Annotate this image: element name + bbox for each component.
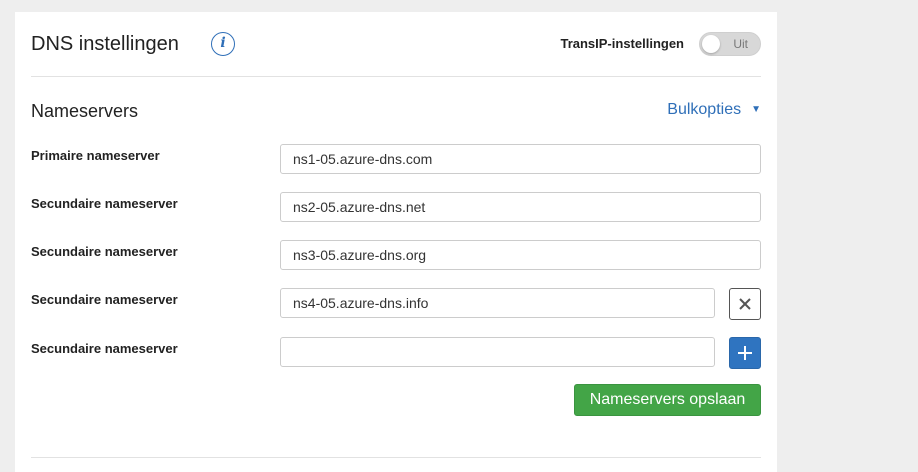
caret-down-icon: ▼ — [751, 104, 761, 115]
info-icon[interactable]: i — [211, 32, 235, 56]
add-nameserver-button[interactable] — [729, 337, 761, 369]
toggle-knob — [702, 35, 720, 53]
save-nameservers-button[interactable]: Nameservers opslaan — [574, 384, 761, 416]
nameserver-label: Primaire nameserver — [31, 148, 160, 163]
nameserver-label: Secundaire nameserver — [31, 341, 178, 356]
toggle-state-text: Uit — [733, 37, 748, 51]
remove-nameserver-button[interactable] — [729, 288, 761, 320]
transip-settings-toggle[interactable]: Uit — [699, 32, 761, 56]
close-icon — [739, 298, 751, 310]
footer-divider — [31, 457, 761, 458]
nameserver-label: Secundaire nameserver — [31, 244, 178, 259]
nameservers-heading: Nameservers — [31, 101, 139, 121]
secondary-nameserver-input-1[interactable] — [280, 192, 761, 222]
header-divider — [31, 76, 761, 77]
bulk-options-dropdown[interactable]: Bulkopties ▼ — [667, 101, 761, 119]
panel-header: DNS instellingen i TransIP-instellingen … — [31, 32, 761, 76]
nameserver-row: Secundaire nameserver — [31, 337, 761, 369]
nameserver-row: Secundaire nameserver — [31, 192, 761, 222]
page-title: DNS instellingen — [31, 33, 179, 55]
nameserver-row: Secundaire nameserver — [31, 288, 761, 320]
primary-nameserver-input[interactable] — [280, 144, 761, 174]
secondary-nameserver-input-2[interactable] — [280, 240, 761, 270]
nameserver-row: Primaire nameserver — [31, 144, 761, 174]
nameserver-label: Secundaire nameserver — [31, 292, 178, 307]
secondary-nameserver-input-3[interactable] — [280, 288, 715, 318]
new-nameserver-input[interactable] — [280, 337, 715, 367]
nameserver-row: Secundaire nameserver — [31, 240, 761, 270]
transip-settings-label: TransIP-instellingen — [560, 36, 684, 51]
dns-settings-panel: DNS instellingen i TransIP-instellingen … — [15, 12, 777, 472]
bulk-options-label: Bulkopties — [667, 101, 742, 118]
plus-icon — [738, 346, 752, 360]
nameserver-label: Secundaire nameserver — [31, 196, 178, 211]
